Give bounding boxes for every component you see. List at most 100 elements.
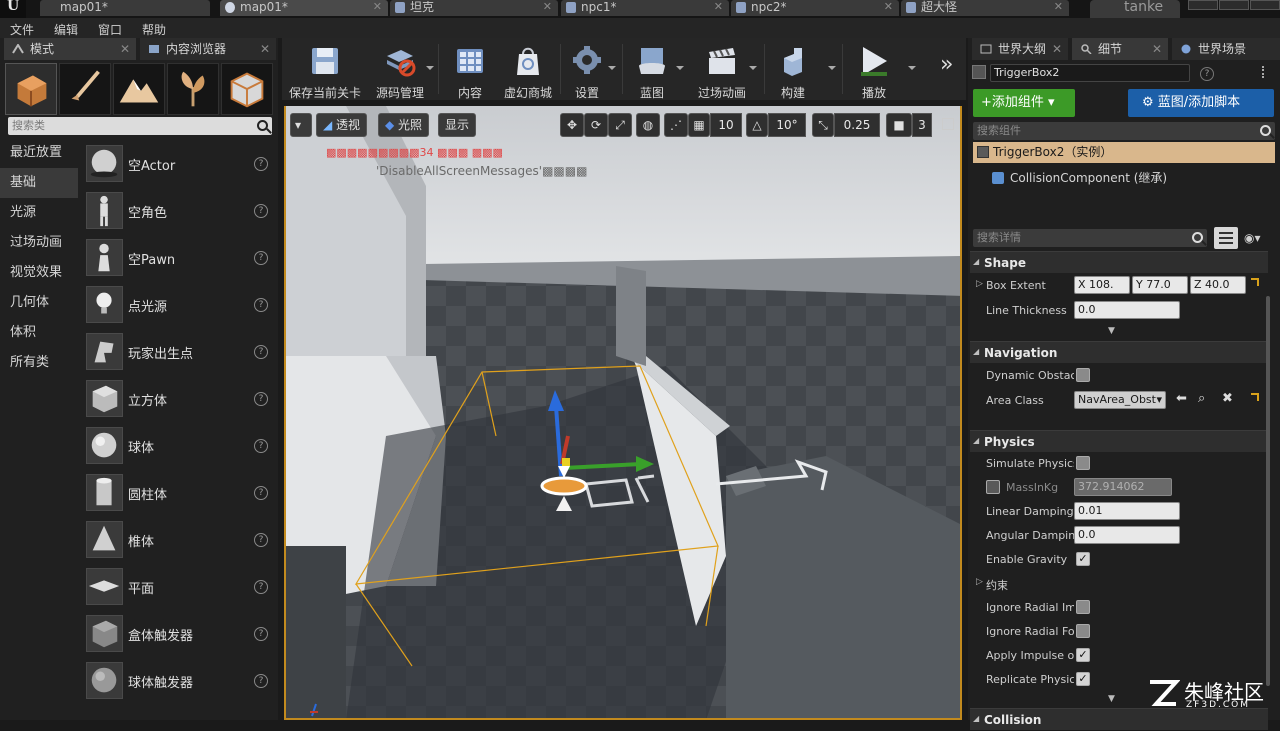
place-item-empty-character[interactable]: 空角色 ? [82,188,272,235]
close-icon[interactable]: ✕ [260,38,270,60]
lock-grip-icon[interactable] [1262,66,1272,78]
place-item-cylinder[interactable]: 圆柱体 ? [82,470,272,517]
component-row-collision[interactable]: CollisionComponent (继承) [992,168,1252,188]
section-shape[interactable]: Shape [970,251,1268,273]
tab-modes[interactable]: 模式 ✕ [4,38,136,60]
landscape-mode-button[interactable] [113,63,165,115]
grid-snap-toggle[interactable]: ▦ [688,113,710,137]
place-item-cube[interactable]: 立方体 ? [82,376,272,423]
close-icon[interactable]: ✕ [120,38,130,60]
category-visual-effects[interactable]: 视觉效果 [0,258,78,288]
advanced-expand-icon[interactable]: ▼ [1108,326,1115,336]
place-item-sphere-trigger[interactable]: 球体触发器 ? [82,658,272,705]
search-components-input[interactable]: 搜索组件 [973,122,1275,140]
help-icon[interactable]: ? [254,157,268,171]
place-item-empty-pawn[interactable]: 空Pawn ? [82,235,272,282]
rotate-mode-button[interactable]: ⟳ [584,113,608,137]
marketplace-button[interactable]: 虚幻商城 [500,42,556,100]
section-physics[interactable]: Physics [970,430,1268,452]
category-recent[interactable]: 最近放置 [0,138,78,168]
reset-to-default-icon[interactable] [1251,393,1259,401]
place-item-box-trigger[interactable]: 盒体触发器 ? [82,611,272,658]
place-item-point-light[interactable]: 点光源 ? [82,282,272,329]
blueprints-dropdown-icon[interactable] [676,66,684,70]
tab-world-settings[interactable]: 世界场景 [1172,38,1280,60]
place-item-player-start[interactable]: 玩家出生点 ? [82,329,272,376]
details-scrollbar[interactable] [1266,296,1270,686]
help-icon[interactable]: ? [254,204,268,218]
lit-mode-button[interactable]: ◆ 光照 [378,113,430,137]
category-lights[interactable]: 光源 [0,198,78,228]
close-icon[interactable]: ✕ [884,0,893,14]
cinematics-button[interactable]: 过场动画 [690,42,754,100]
ignore-radial-impulse-checkbox[interactable] [1076,600,1090,614]
play-button[interactable]: 播放 [846,42,902,100]
help-icon[interactable]: ? [254,298,268,312]
scale-mode-button[interactable]: ⤢ [608,113,632,137]
build-dropdown-icon[interactable] [828,66,836,70]
category-all-classes[interactable]: 所有类 [0,348,78,378]
rotation-snap-toggle[interactable]: △ [746,113,768,137]
menu-edit[interactable]: 编辑 [54,21,78,38]
box-extent-y-input[interactable]: Y 77.0 [1132,276,1188,294]
close-icon[interactable]: ✕ [1152,38,1162,60]
menu-file[interactable]: 文件 [10,21,34,38]
tab-npc2[interactable]: npc2* ✕ [731,0,899,16]
blueprints-button[interactable]: 蓝图 [627,42,677,100]
close-icon[interactable]: ✕ [373,0,382,14]
box-extent-x-input[interactable]: X 108. [1074,276,1130,294]
expand-icon[interactable]: ▷ [976,577,983,587]
tab-details[interactable]: 细节 ✕ [1072,38,1168,60]
box-extent-z-input[interactable]: Z 40.0 [1190,276,1246,294]
replicate-physics-checkbox[interactable]: ✓ [1076,672,1090,686]
minimize-button[interactable] [1188,0,1218,10]
menu-help[interactable]: 帮助 [142,21,166,38]
help-icon[interactable]: ? [1200,67,1214,81]
help-icon[interactable]: ? [254,251,268,265]
help-icon[interactable]: ? [254,627,268,641]
browse-magnifier-icon[interactable]: ⌕ [1198,391,1205,406]
search-details-input[interactable]: 搜索详情 [973,229,1207,247]
help-icon[interactable]: ? [254,674,268,688]
place-mode-button[interactable] [5,63,57,115]
show-flags-button[interactable]: 显示 [438,113,477,137]
tab-content-browser[interactable]: 内容浏览器 ✕ [140,38,276,60]
save-current-level-button[interactable]: 保存当前关卡 [282,42,368,100]
ignore-radial-force-checkbox[interactable] [1076,624,1090,638]
tab-npc1[interactable]: npc1* ✕ [561,0,729,16]
tab-tanke[interactable]: 坦克 ✕ [390,0,558,16]
dynamic-obstacle-checkbox[interactable] [1076,368,1090,382]
menu-window[interactable]: 窗口 [98,21,122,38]
help-icon[interactable]: ? [254,392,268,406]
close-icon[interactable]: ✕ [1054,0,1063,14]
actor-name-input[interactable]: TriggerBox2 [990,64,1190,82]
build-button[interactable]: 构建 [768,42,818,100]
scale-snap-toggle[interactable]: ⤡ [812,113,834,137]
settings-button[interactable]: 设置 [562,42,612,100]
foliage-mode-button[interactable] [167,63,219,115]
section-navigation[interactable]: Navigation [970,341,1268,363]
place-item-plane[interactable]: 平面 ? [82,564,272,611]
close-icon[interactable]: ✕ [543,0,552,14]
rotation-snap-value[interactable]: 10° [768,113,806,137]
play-dropdown-icon[interactable] [908,66,916,70]
help-icon[interactable]: ? [254,345,268,359]
maximize-button[interactable] [1219,0,1249,10]
cinematics-dropdown-icon[interactable] [749,66,757,70]
viewport-options-button[interactable]: ▾ [290,113,312,137]
property-matrix-button[interactable] [1214,227,1238,249]
tab-map01-level[interactable]: map01* [40,0,210,16]
place-item-empty-actor[interactable]: 空Actor ? [82,141,272,188]
help-icon[interactable]: ? [254,580,268,594]
level-viewport[interactable]: ▾ ◢ 透视 ◆ 光照 显示 ✥ ⟳ ⤢ ◍ ⋰ ▦ 10 △ 10° ⤡ 0.… [284,106,962,720]
close-icon[interactable]: ✕ [1052,38,1062,60]
advanced-expand-icon[interactable]: ▼ [1108,694,1115,704]
help-icon[interactable]: ? [254,533,268,547]
camera-speed-button[interactable]: ■ [886,113,912,137]
linear-damping-input[interactable]: 0.01 [1074,502,1180,520]
geometry-mode-button[interactable] [221,63,273,115]
tab-big-monster[interactable]: 超大怪 ✕ [901,0,1069,16]
tab-world-outliner[interactable]: 世界大纲 ✕ [972,38,1068,60]
maximize-viewport-icon[interactable] [942,118,954,130]
close-window-button[interactable] [1250,0,1280,10]
